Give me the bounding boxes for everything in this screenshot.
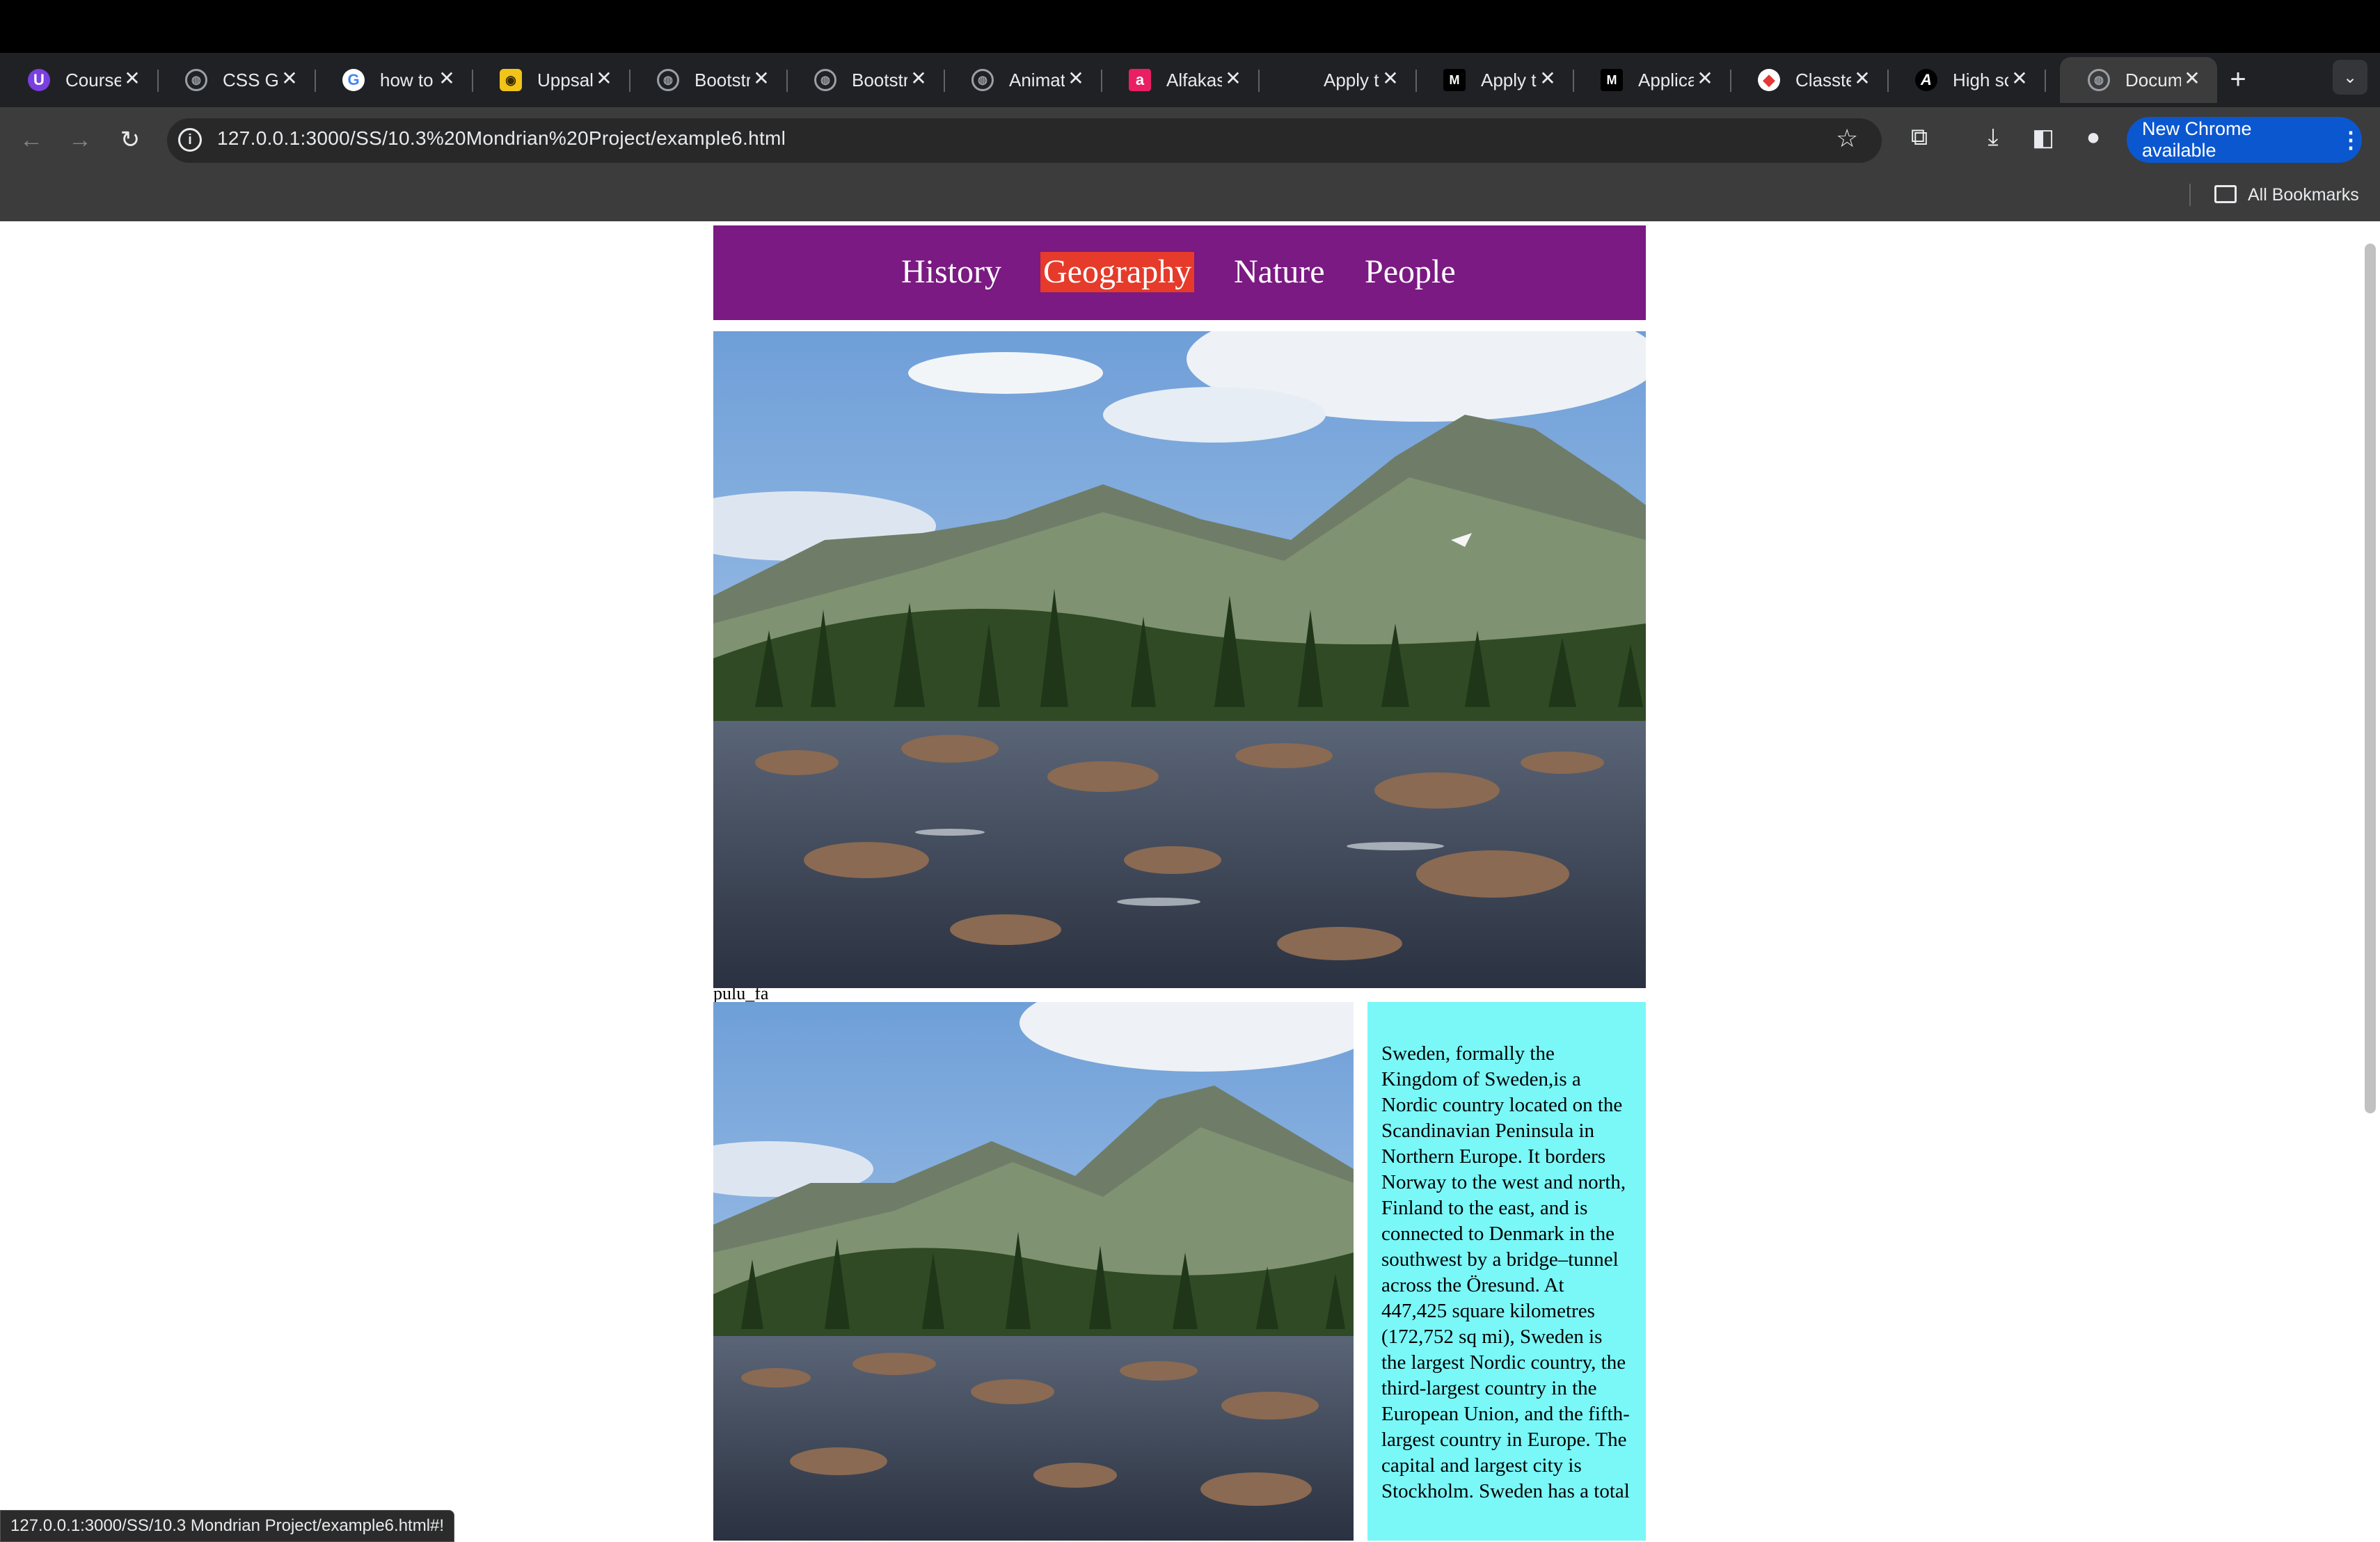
all-bookmarks-link[interactable]: All Bookmarks (2248, 185, 2359, 205)
kebab-menu-icon: ⋮ (2340, 127, 2362, 152)
tab-document-active[interactable]: ◍ Docum ✕ (2060, 57, 2217, 103)
scrollbar-thumb[interactable] (2365, 244, 2376, 1113)
tab-title: Uppsal (537, 69, 593, 90)
sweden-description: Sweden, formally the Kingdom of Sweden,i… (1381, 1042, 1630, 1502)
globe-icon: ◍ (185, 69, 207, 91)
tab-apply-2[interactable]: M Apply t ✕ (1415, 57, 1574, 103)
close-icon[interactable]: ✕ (750, 67, 772, 90)
globe-icon: ◍ (971, 69, 994, 91)
tab-title: Applica (1638, 69, 1694, 90)
tab-title: Bootstr (695, 69, 750, 90)
course-icon: U (28, 69, 50, 91)
globe-icon: ◍ (657, 69, 679, 91)
tab-apply-1[interactable]: Apply t ✕ (1258, 57, 1417, 103)
close-icon[interactable]: ✕ (1379, 67, 1402, 90)
tab-bootstrap-1[interactable]: ◍ Bootstr ✕ (629, 57, 788, 103)
blank-favicon-icon (1286, 69, 1308, 91)
close-icon[interactable]: ✕ (121, 67, 143, 90)
back-arrow-icon[interactable]: ← (14, 122, 49, 157)
tab-title: Classte (1795, 69, 1851, 90)
tab-title: High sc (1953, 69, 2008, 90)
nav-link-nature[interactable]: Nature (1231, 252, 1328, 292)
nav-link-history[interactable]: History (898, 252, 1004, 292)
nav-link-people[interactable]: People (1362, 252, 1459, 292)
tab-alfakassa[interactable]: a Alfakas ✕ (1101, 57, 1260, 103)
bookmarks-bar (0, 173, 2380, 221)
tab-bootstrap-2[interactable]: ◍ Bootstr ✕ (786, 57, 945, 103)
tab-title: Bootstr (852, 69, 907, 90)
bookmarks-separator (2189, 184, 2191, 206)
close-icon[interactable]: ✕ (1694, 67, 1716, 90)
link-status-bubble: 127.0.0.1:3000/SS/10.3 Mondrian Project/… (0, 1510, 455, 1542)
bookmark-star-icon[interactable]: ☆ (1836, 124, 1858, 153)
close-icon[interactable]: ✕ (1851, 67, 1873, 90)
overlapped-caption-text: pulu_fa (713, 988, 769, 1002)
close-icon[interactable]: ✕ (2008, 67, 2031, 90)
close-icon[interactable]: ✕ (2181, 67, 2203, 90)
folder-icon (2214, 185, 2237, 203)
tab-course[interactable]: U Course ✕ (0, 57, 159, 103)
tab-title: Apply t (1481, 69, 1537, 90)
extensions-puzzle-icon[interactable]: ⧉ (1904, 124, 1935, 151)
close-icon[interactable]: ✕ (907, 67, 930, 90)
new-chrome-available-button[interactable]: New Chrome available ⋮ (2127, 117, 2362, 163)
tab-high-school[interactable]: A High sc ✕ (1887, 57, 2046, 103)
tab-title: Docum (2125, 69, 2181, 90)
new-tab-plus-icon[interactable]: + (2224, 64, 2252, 95)
tab-application[interactable]: M Applica ✕ (1573, 57, 1731, 103)
update-button-label: New Chrome available (2142, 118, 2252, 161)
tab-title: how to (380, 69, 434, 90)
alfakassa-icon: a (1129, 69, 1151, 91)
download-icon[interactable]: ⤓ (1978, 124, 2008, 151)
tab-classtime[interactable]: ◆ Classte ✕ (1730, 57, 1889, 103)
uppsala-icon: ◉ (500, 69, 522, 91)
tab-title: Alfakas (1166, 69, 1222, 90)
tab-animation[interactable]: ◍ Animat ✕ (944, 57, 1102, 103)
macos-title-bar (0, 0, 2380, 53)
tab-strip: U Course ✕ ◍ CSS Gr ✕ G how to ✕ ◉ Uppsa… (0, 53, 2380, 107)
nav-link-geography[interactable]: Geography (1040, 252, 1195, 292)
landscape-image (713, 1002, 1354, 1541)
site-navigation-bar: History Geography Nature People (713, 225, 1646, 320)
close-icon[interactable]: ✕ (436, 67, 458, 90)
tab-google-search[interactable]: G how to ✕ (315, 57, 473, 103)
academy-icon: A (1915, 69, 1937, 91)
close-icon[interactable]: ✕ (1065, 67, 1087, 90)
sweden-info-panel: Sweden, formally the Kingdom of Sweden,i… (1367, 1002, 1646, 1541)
classtime-icon: ◆ (1758, 69, 1780, 91)
forward-arrow-icon[interactable]: → (63, 122, 97, 157)
tab-separator (2045, 70, 2046, 92)
reload-icon[interactable]: ↻ (113, 122, 148, 157)
url-text[interactable]: 127.0.0.1:3000/SS/10.3%20Mondrian%20Proj… (217, 127, 786, 150)
mountain-river-photo-small (713, 1002, 1354, 1541)
close-icon[interactable]: ✕ (593, 67, 615, 90)
tab-title: Animat (1009, 69, 1065, 90)
tab-title: Course (65, 69, 121, 90)
tab-css-grid[interactable]: ◍ CSS Gr ✕ (157, 57, 316, 103)
landscape-image (713, 331, 1646, 988)
mountain-river-photo (713, 331, 1646, 988)
tab-title: CSS Gr (223, 69, 278, 90)
globe-icon: ◍ (2088, 69, 2110, 91)
google-icon: G (342, 69, 365, 91)
globe-icon: ◍ (814, 69, 836, 91)
medium-icon: M (1443, 69, 1466, 91)
tab-uppsala[interactable]: ◉ Uppsal ✕ (472, 57, 630, 103)
side-panel-icon[interactable]: ◧ (2028, 124, 2058, 152)
tab-search-chevron-icon[interactable]: ⌄ (2333, 60, 2367, 95)
close-icon[interactable]: ✕ (1222, 67, 1244, 90)
medium-icon: M (1601, 69, 1623, 91)
site-info-icon[interactable]: i (178, 128, 202, 152)
close-icon[interactable]: ✕ (278, 67, 301, 90)
close-icon[interactable]: ✕ (1537, 67, 1559, 90)
tab-title: Apply t (1324, 69, 1379, 90)
profile-avatar-icon[interactable]: ● (2078, 124, 2109, 151)
web-page-viewport: History Geography Nature People pulu_fa … (0, 221, 2380, 1541)
